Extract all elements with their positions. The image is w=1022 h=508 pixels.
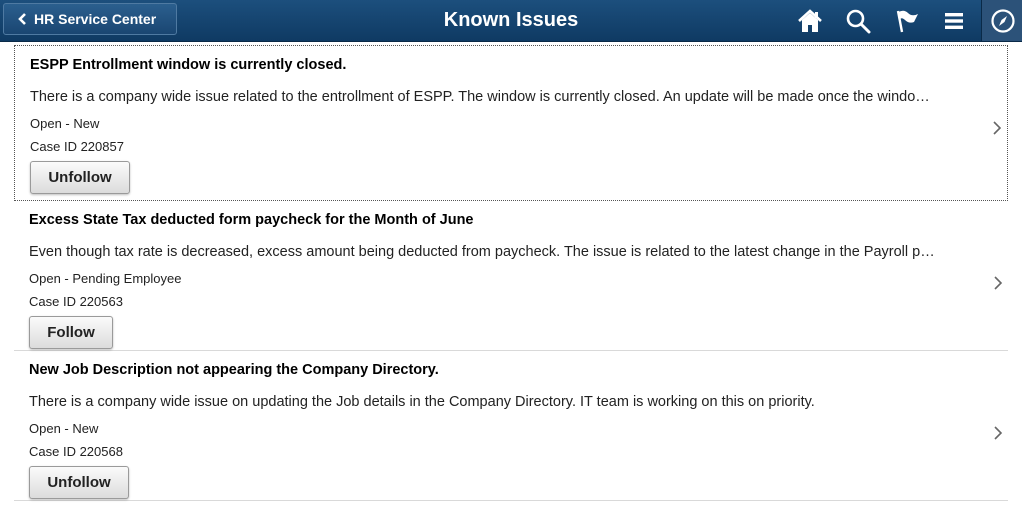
issue-list: ESPP Entrollment window is currently clo… (0, 45, 1022, 501)
issue-description: There is a company wide issue on updatin… (29, 394, 815, 410)
issue-description: There is a company wide issue related to… (30, 89, 930, 105)
unfollow-button[interactable]: Unfollow (29, 466, 129, 499)
search-button[interactable] (843, 6, 873, 36)
chevron-right-icon (993, 121, 1002, 135)
search-icon (846, 9, 871, 34)
home-icon (798, 9, 822, 32)
chevron-left-icon (18, 13, 26, 25)
case-id: Case ID 220568 (29, 444, 123, 459)
case-id: Case ID 220563 (29, 294, 123, 309)
issue-title: Excess State Tax deducted form paycheck … (29, 212, 474, 228)
case-id: Case ID 220857 (30, 139, 124, 154)
actions-menu-button[interactable] (939, 6, 969, 36)
navbar-compass-icon (990, 8, 1015, 33)
list-item[interactable]: New Job Description not appearing the Co… (14, 351, 1008, 501)
issue-status: Open - New (30, 116, 100, 131)
issue-description: Even though tax rate is decreased, exces… (29, 244, 935, 260)
follow-button[interactable]: Follow (29, 316, 113, 349)
chevron-right-icon (994, 276, 1003, 290)
list-item[interactable]: Excess State Tax deducted form paycheck … (14, 201, 1008, 351)
home-button[interactable] (795, 6, 825, 36)
navbar-button[interactable] (981, 0, 1022, 41)
menu-icon (945, 13, 963, 29)
unfollow-button[interactable]: Unfollow (30, 161, 130, 194)
issue-status: Open - Pending Employee (29, 271, 182, 286)
flag-icon (896, 10, 918, 33)
issue-status: Open - New (29, 421, 99, 436)
issue-title: ESPP Entrollment window is currently clo… (30, 57, 347, 73)
notifications-button[interactable] (892, 6, 922, 36)
list-item[interactable]: ESPP Entrollment window is currently clo… (14, 45, 1008, 201)
back-button-label: HR Service Center (34, 11, 157, 27)
back-button[interactable]: HR Service Center (3, 3, 177, 35)
issue-title: New Job Description not appearing the Co… (29, 362, 439, 378)
chevron-right-icon (994, 426, 1003, 440)
header-banner: HR Service Center Known Issues (0, 0, 1022, 42)
